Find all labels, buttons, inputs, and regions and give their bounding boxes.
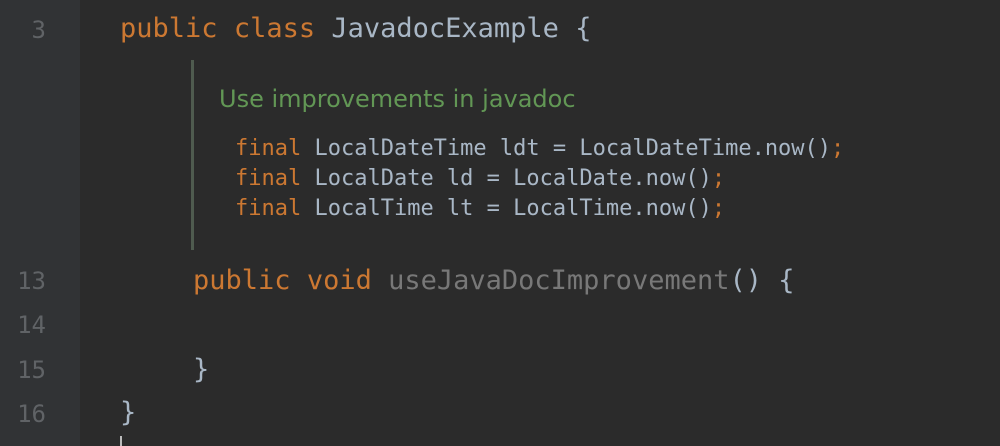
line-number-gutter: 3 13 14 15 16 [0, 0, 80, 446]
class-declaration[interactable]: public class JavadocExample { [120, 12, 591, 46]
text-caret [120, 436, 122, 446]
javadoc-text: Use improvements in javadoc [219, 85, 576, 113]
javadoc-code-line: final LocalDateTime ldt = LocalDateTime.… [235, 134, 844, 164]
keyword-final: final [235, 196, 302, 221]
semicolon: ; [711, 196, 726, 221]
class-name: JavadocExample [331, 13, 559, 44]
semicolon: ; [711, 166, 726, 191]
keyword-final: final [235, 136, 302, 161]
method-declaration[interactable]: public void useJavaDocImprovement() { [193, 264, 795, 298]
keyword-void: void [306, 265, 372, 296]
line-number: 16 [17, 400, 46, 428]
javadoc-gutter-bar [191, 60, 194, 250]
keyword-final: final [235, 166, 302, 191]
parentheses: () [729, 265, 762, 296]
code-text: LocalTime lt = LocalTime.now() [301, 196, 712, 221]
line-number: 14 [17, 311, 46, 339]
class-close-brace[interactable]: } [120, 396, 136, 430]
keyword-class: class [233, 13, 316, 44]
method-close-brace[interactable]: } [193, 353, 209, 387]
line-number: 13 [17, 267, 46, 295]
open-brace: { [575, 13, 592, 44]
code-text: LocalDateTime ldt = LocalDateTime.now() [301, 136, 832, 161]
keyword-public: public [193, 265, 291, 296]
code-text: LocalDate ld = LocalDate.now() [301, 166, 712, 191]
javadoc-code-line: final LocalDate ld = LocalDate.now(); [235, 164, 725, 194]
line-number: 15 [17, 356, 46, 384]
method-name: useJavaDocImprovement [388, 265, 730, 296]
keyword-public: public [120, 13, 218, 44]
semicolon: ; [831, 136, 845, 161]
open-brace: { [778, 265, 795, 296]
javadoc-code-line: final LocalTime lt = LocalTime.now(); [235, 194, 725, 224]
line-number: 3 [31, 16, 46, 44]
rendered-javadoc-block[interactable]: Use improvements in javadoc final LocalD… [191, 60, 981, 250]
